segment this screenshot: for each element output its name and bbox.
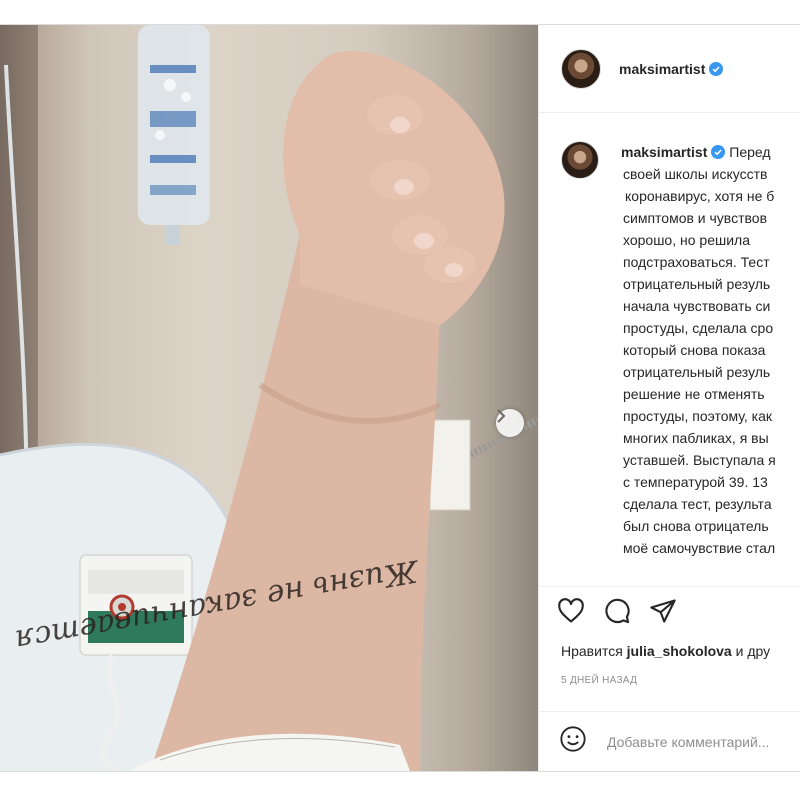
caption-line: который снова показа: [623, 342, 766, 358]
likes-others-link[interactable]: и дру: [736, 643, 771, 659]
caption-line: простуды, сделала сро: [623, 320, 774, 336]
comment-input[interactable]: [607, 733, 800, 750]
post-timestamp[interactable]: 5 дней назад: [561, 675, 637, 686]
caption-line: начала чувствовать си: [623, 298, 771, 314]
post-side-panel: maksimartist maksimartist Перед своей шк…: [538, 25, 800, 771]
caption-line: подстраховаться. Тест: [623, 254, 770, 270]
caption-line: хорошо, но решила: [623, 232, 750, 248]
caption-line: отрицательный резуль: [623, 276, 771, 292]
verified-badge-icon: [711, 145, 726, 159]
post-card: Жизнь не заканчивается maksimartist maks…: [0, 24, 800, 772]
likes-line: Нравится julia_shokolova и дру: [561, 643, 770, 659]
caption-username[interactable]: maksimartist: [621, 144, 707, 160]
likes-prefix: Нравится: [561, 643, 623, 659]
caption-line: коронавирус, хотя не б: [625, 188, 775, 204]
chevron-right-icon: [497, 409, 506, 423]
caption-area: maksimartist Перед своей школы искусств …: [539, 113, 800, 587]
action-bar: [557, 597, 677, 625]
caption-line: многих пабликах, я вы: [623, 430, 769, 446]
caption-line: отрицательный резуль: [623, 364, 771, 380]
username-text[interactable]: maksimartist: [619, 61, 705, 77]
caption-line: был снова отрицатель: [623, 518, 769, 534]
caption-avatar[interactable]: [561, 141, 599, 179]
post-header: maksimartist: [539, 25, 800, 113]
next-photo-button[interactable]: [496, 409, 524, 437]
emoji-button[interactable]: [559, 725, 587, 758]
photo-illustration: Жизнь не заканчивается: [0, 25, 538, 771]
caption-line: моё самочувствие стал: [623, 540, 776, 556]
likes-user-link[interactable]: julia_shokolova: [627, 643, 732, 659]
caption-line: maksimartist Перед: [621, 141, 800, 163]
share-button[interactable]: [649, 597, 677, 625]
heart-icon: [558, 598, 584, 623]
post-username[interactable]: maksimartist: [619, 61, 724, 77]
caption-line: своей школы искусств: [623, 166, 768, 182]
verified-badge-icon: [709, 61, 724, 76]
caption-line: простуды, поэтому, как: [623, 408, 773, 424]
caption-line: с температурой 39. 13: [623, 474, 768, 490]
caption-text: maksimartist Перед своей школы искусств …: [621, 141, 800, 559]
comment-icon: [605, 598, 630, 624]
comment-bar: [539, 711, 800, 771]
post-photo[interactable]: Жизнь не заканчивается: [0, 25, 538, 771]
comment-button[interactable]: [603, 597, 631, 625]
caption-line: решение не отменять: [623, 386, 765, 402]
share-icon: [650, 599, 676, 623]
avatar[interactable]: [561, 48, 601, 89]
caption-line: симптомов и чувствов: [623, 210, 768, 226]
like-button[interactable]: [557, 597, 585, 625]
caption-line: сделала тест, результа: [623, 496, 772, 512]
emoji-icon: [560, 726, 586, 752]
caption-line: уставшей. Выступала я: [623, 452, 776, 468]
caption: maksimartist Перед своей школы искусств …: [561, 141, 800, 559]
caption-line-text: Перед: [729, 144, 771, 160]
